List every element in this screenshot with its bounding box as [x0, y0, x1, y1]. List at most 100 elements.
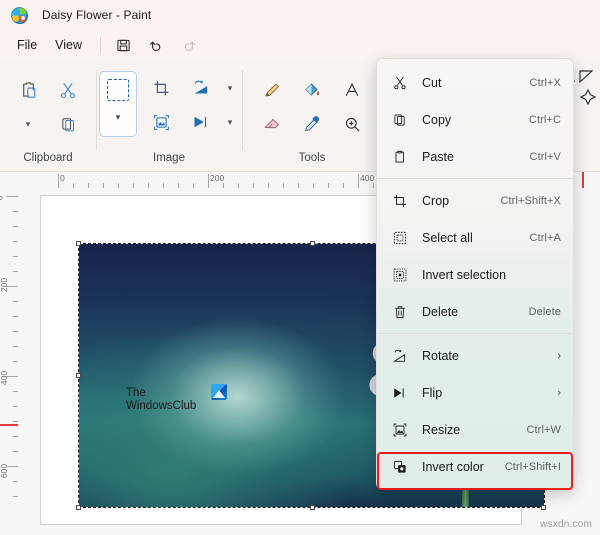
- flip-dropdown[interactable]: ▾: [221, 105, 239, 139]
- menu-item-label: Rotate: [422, 349, 557, 363]
- selection-handle[interactable]: [76, 505, 81, 510]
- invert-color-icon: [390, 457, 409, 476]
- ruler-label: 400: [0, 371, 9, 385]
- paint-palette-icon: [11, 7, 28, 24]
- scissors-icon: [390, 73, 409, 92]
- rotate-dropdown[interactable]: ▾: [221, 71, 239, 105]
- resize-button[interactable]: [141, 105, 181, 139]
- menu-separator: [377, 178, 573, 179]
- context-menu[interactable]: CutCtrl+XCopyCtrl+CPasteCtrl+VCropCtrl+S…: [376, 58, 574, 490]
- menu-item-select-all[interactable]: Select allCtrl+A: [377, 219, 573, 256]
- menu-item-cut[interactable]: CutCtrl+X: [377, 64, 573, 101]
- watermark-line-2: WindowsClub: [126, 400, 236, 413]
- undo-icon[interactable]: [143, 33, 169, 57]
- menu-item-flip[interactable]: Flip›: [377, 374, 573, 411]
- paste-button[interactable]: [8, 73, 48, 107]
- ribbon-group-label: Tools: [242, 152, 382, 164]
- ruler-position-marker: [582, 172, 584, 188]
- select-all-icon: [390, 228, 409, 247]
- menu-item-label: Cut: [422, 76, 530, 90]
- text-tool[interactable]: [332, 73, 372, 107]
- ribbon-group-tools: Tools: [242, 60, 382, 172]
- menu-separator: [377, 333, 573, 334]
- selection-handle[interactable]: [76, 241, 81, 246]
- color-picker-tool[interactable]: [292, 107, 332, 141]
- crop-button[interactable]: [141, 71, 181, 105]
- selection-handle[interactable]: [541, 505, 546, 510]
- paste-icon: [390, 147, 409, 166]
- selection-handle[interactable]: [76, 373, 81, 378]
- ruler-label: 200: [0, 278, 9, 292]
- eraser-tool[interactable]: [252, 107, 292, 141]
- menu-item-invert-color[interactable]: Invert colorCtrl+Shift+I: [377, 448, 573, 485]
- chevron-down-icon: ▾: [228, 117, 233, 128]
- menu-item-shortcut: Delete: [529, 306, 561, 318]
- ruler-label: 0: [60, 173, 65, 183]
- trash-icon: [390, 302, 409, 321]
- menu-item-resize[interactable]: ResizeCtrl+W: [377, 411, 573, 448]
- cut-button[interactable]: [48, 73, 88, 107]
- chevron-down-icon: ▾: [116, 112, 121, 123]
- menu-item-rotate[interactable]: Rotate›: [377, 337, 573, 374]
- menu-item-label: Invert color: [422, 460, 505, 474]
- menu-item-label: Select all: [422, 231, 530, 245]
- menu-item-shortcut: Ctrl+W: [526, 424, 561, 436]
- paste-dropdown[interactable]: ▾: [8, 107, 48, 141]
- flip-icon: [390, 383, 409, 402]
- redo-icon: [176, 33, 202, 57]
- ruler-label: 200: [210, 173, 224, 183]
- ribbon-group-clipboard: ▾ Clipboard: [0, 60, 96, 172]
- command-bar: File View: [0, 30, 600, 60]
- menu-item-crop[interactable]: CropCtrl+Shift+X: [377, 182, 573, 219]
- title-bar: Daisy Flower - Paint: [0, 0, 600, 30]
- chevron-right-icon: ›: [557, 350, 561, 362]
- menu-item-delete[interactable]: DeleteDelete: [377, 293, 573, 330]
- menu-item-invert-selection[interactable]: Invert selection: [377, 256, 573, 293]
- chevron-down-icon: ▾: [26, 119, 31, 130]
- menu-item-label: Resize: [422, 423, 526, 437]
- crop-icon: [390, 191, 409, 210]
- copy-button[interactable]: [48, 107, 88, 141]
- menu-item-label: Delete: [422, 305, 529, 319]
- ribbon-group-label: Image: [96, 152, 242, 164]
- menu-item-shortcut: Ctrl+Shift+X: [500, 195, 561, 207]
- menu-item-copy[interactable]: CopyCtrl+C: [377, 101, 573, 138]
- command-bar-divider: [100, 37, 101, 54]
- menu-item-shortcut: Ctrl+V: [530, 151, 561, 163]
- menu-item-label: Crop: [422, 194, 500, 208]
- menu-item-label: Invert selection: [422, 268, 561, 282]
- chevron-right-icon: ›: [557, 387, 561, 399]
- view-menu[interactable]: View: [46, 34, 91, 56]
- copy-icon: [390, 110, 409, 129]
- chevron-down-icon: ▾: [228, 83, 233, 94]
- watermark-line-1: The: [126, 387, 236, 400]
- star-shape-icon: [581, 90, 595, 104]
- vertical-ruler: 0 200 400 600: [0, 188, 18, 535]
- menu-item-label: Paste: [422, 150, 530, 164]
- select-tool[interactable]: ▾: [99, 71, 137, 137]
- window-title: Daisy Flower - Paint: [42, 8, 151, 22]
- ruler-label: 0: [0, 196, 4, 201]
- resize-image-icon: [390, 420, 409, 439]
- rotate-icon: [390, 346, 409, 365]
- rotate-button[interactable]: [181, 71, 221, 105]
- windowsclub-logo-icon: [211, 384, 227, 400]
- source-watermark: wsxdn.com: [540, 519, 592, 530]
- selection-handle[interactable]: [310, 505, 315, 510]
- menu-item-shortcut: Ctrl+Shift+I: [505, 461, 561, 473]
- menu-item-shortcut: Ctrl+A: [530, 232, 561, 244]
- menu-item-paste[interactable]: PasteCtrl+V: [377, 138, 573, 175]
- selection-handle[interactable]: [310, 241, 315, 246]
- ruler-position-marker: [0, 424, 18, 426]
- fill-tool[interactable]: [292, 73, 332, 107]
- ruler-label: 400: [360, 173, 374, 183]
- right-triangle-shape-icon: [580, 71, 592, 82]
- invert-selection-icon: [390, 265, 409, 284]
- menu-item-label: Flip: [422, 386, 557, 400]
- ribbon-group-label: Clipboard: [0, 152, 96, 164]
- pencil-tool[interactable]: [252, 73, 292, 107]
- magnifier-tool[interactable]: [332, 107, 372, 141]
- save-icon[interactable]: [110, 33, 136, 57]
- flip-button[interactable]: [181, 105, 221, 139]
- file-menu[interactable]: File: [8, 34, 46, 56]
